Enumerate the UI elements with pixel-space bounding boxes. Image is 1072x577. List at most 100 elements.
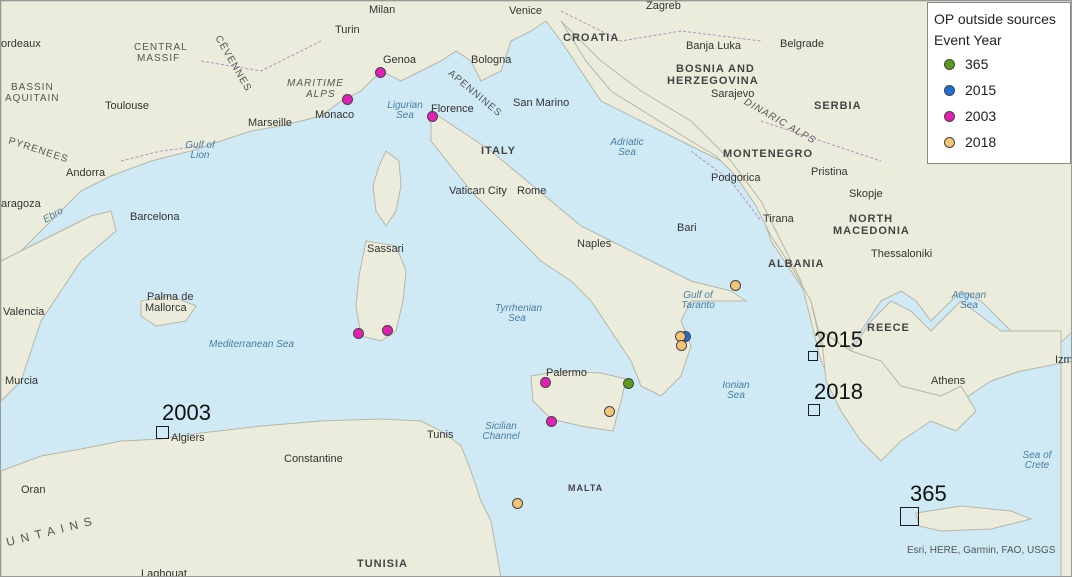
label-bari: Bari bbox=[677, 222, 697, 234]
label-rome: Rome bbox=[517, 185, 547, 197]
label-thessaloniki: Thessaloniki bbox=[871, 248, 933, 260]
label-barcelona: Barcelona bbox=[130, 211, 180, 223]
legend-item-label: 2018 bbox=[965, 134, 997, 150]
label-constantine: Constantine bbox=[284, 453, 343, 465]
label-bassin-1: BASSIN bbox=[11, 82, 54, 93]
label-banja-luka: Banja Luka bbox=[686, 40, 742, 52]
label-north-mac-2: MACEDONIA bbox=[833, 225, 910, 237]
legend-item[interactable]: 2003 bbox=[934, 103, 1064, 129]
year-label-2003: 2003 bbox=[162, 400, 211, 425]
label-tunisia: TUNISIA bbox=[357, 558, 408, 570]
marker-square-365[interactable] bbox=[900, 507, 919, 526]
label-san-marino: San Marino bbox=[513, 97, 570, 109]
event-point-2003-monaco[interactable] bbox=[342, 94, 353, 105]
legend-item[interactable]: 365 bbox=[934, 51, 1064, 77]
label-bordeaux: ordeaux bbox=[1, 38, 41, 50]
legend-subtitle: Event Year bbox=[934, 32, 1002, 48]
label-maritime-1: MARITIME bbox=[287, 78, 344, 89]
label-marseille: Marseille bbox=[248, 117, 293, 129]
label-vatican: Vatican City bbox=[449, 185, 507, 197]
label-laghouat: Laghouat bbox=[141, 568, 187, 577]
legend-title: OP outside sources bbox=[934, 11, 1056, 27]
label-izmir: Izm bbox=[1055, 354, 1072, 366]
sardinia bbox=[355, 240, 407, 342]
label-albania: ALBANIA bbox=[768, 258, 825, 270]
event-point-2003-sardinia-e[interactable] bbox=[382, 325, 393, 336]
year-label-2015: 2015 bbox=[814, 327, 863, 352]
label-genoa: Genoa bbox=[383, 54, 417, 66]
label-zagreb: Zagreb bbox=[646, 0, 681, 12]
label-gulf-taranto: Gulf of Taranto bbox=[681, 290, 715, 311]
label-ligurian-sea: Ligurian Sea bbox=[387, 100, 423, 121]
label-bosnia-2: HERZEGOVINA bbox=[667, 75, 759, 87]
marker-square-2003[interactable] bbox=[156, 426, 169, 439]
label-sea-crete: Sea of Crete bbox=[1022, 450, 1052, 471]
event-point-2003-genoa[interactable] bbox=[375, 67, 386, 78]
year-label-365: 365 bbox=[910, 481, 947, 506]
label-serbia: SERBIA bbox=[814, 100, 862, 112]
map-view[interactable]: Milan Venice Zagreb Turin Genoa Bologna … bbox=[0, 0, 1072, 577]
label-bassin-2: AQUITAIN bbox=[5, 93, 60, 104]
event-point-2018-calabria-b[interactable] bbox=[676, 340, 687, 351]
label-gulf-lion: Gulf of Lion bbox=[185, 140, 215, 161]
event-point-2018-taranto[interactable] bbox=[730, 280, 741, 291]
label-athens: Athens bbox=[931, 375, 966, 387]
label-murcia: Murcia bbox=[5, 375, 39, 387]
label-oran: Oran bbox=[21, 484, 46, 496]
crete bbox=[915, 505, 1033, 532]
label-podgorica: Podgorica bbox=[711, 172, 761, 184]
map-attribution: Esri, HERE, Garmin, FAO, USGS bbox=[907, 545, 1056, 556]
label-skopje: Skopje bbox=[849, 188, 883, 200]
legend-swatch-icon bbox=[944, 136, 955, 148]
legend-swatch-icon bbox=[944, 58, 955, 70]
event-point-2018-sicily-e[interactable] bbox=[604, 406, 615, 417]
label-monaco: Monaco bbox=[315, 109, 355, 121]
year-label-2018: 2018 bbox=[814, 379, 863, 404]
label-sicilian-channel: Sicilian Channel bbox=[482, 421, 520, 442]
north-africa bbox=[1, 418, 502, 576]
legend-item[interactable]: 2015 bbox=[934, 77, 1064, 103]
marker-square-2015[interactable] bbox=[808, 351, 818, 361]
label-greece: REECE bbox=[867, 322, 910, 334]
legend-item[interactable]: 2018 bbox=[934, 129, 1064, 155]
marker-square-2018[interactable] bbox=[808, 404, 820, 416]
legend-swatch-icon bbox=[944, 84, 955, 96]
event-point-365[interactable] bbox=[623, 378, 634, 389]
label-algiers: Algiers bbox=[171, 432, 205, 444]
label-central-1: CENTRAL bbox=[134, 42, 188, 53]
label-palermo: Palermo bbox=[546, 367, 587, 379]
label-belgrade: Belgrade bbox=[780, 38, 825, 50]
legend-item-label: 365 bbox=[965, 56, 989, 72]
label-milan: Milan bbox=[369, 4, 396, 16]
label-central-2: MASSIF bbox=[137, 53, 181, 64]
label-tirana: Tirana bbox=[763, 213, 794, 225]
label-ionian: Ionian Sea bbox=[722, 380, 750, 401]
label-naples: Naples bbox=[577, 238, 612, 250]
label-montenegro: MONTENEGRO bbox=[723, 148, 814, 160]
legend-swatch-icon bbox=[944, 110, 955, 122]
event-point-2003-sicily-s[interactable] bbox=[546, 416, 557, 427]
label-sassari: Sassari bbox=[367, 243, 404, 255]
label-north-mac-1: NORTH bbox=[849, 213, 894, 225]
event-point-2003-sardinia-w[interactable] bbox=[353, 328, 364, 339]
label-palma-2: Mallorca bbox=[145, 302, 187, 314]
label-valencia: Valencia bbox=[3, 306, 45, 318]
label-toulouse: Toulouse bbox=[105, 100, 150, 112]
label-maritime-2: ALPS bbox=[306, 89, 336, 100]
label-pristina: Pristina bbox=[811, 166, 848, 178]
event-point-2018-malta[interactable] bbox=[512, 498, 523, 509]
event-point-2003-palermo[interactable] bbox=[540, 377, 551, 388]
legend-panel: OP outside sources Event Year 365 2015 2… bbox=[927, 2, 1071, 164]
label-adriatic-sea: Adriatic Sea bbox=[610, 137, 644, 158]
label-aegean: Aegean Sea bbox=[951, 290, 987, 311]
label-zaragoza: aragoza bbox=[1, 198, 41, 210]
label-tunis: Tunis bbox=[427, 429, 454, 441]
event-point-2003-ligurian[interactable] bbox=[427, 111, 438, 122]
label-malta: MALTA bbox=[568, 483, 604, 493]
label-croatia: CROATIA bbox=[563, 32, 620, 44]
legend-item-label: 2015 bbox=[965, 82, 997, 98]
label-turin: Turin bbox=[335, 24, 360, 36]
label-bologna: Bologna bbox=[471, 54, 512, 66]
italy-peninsula bbox=[430, 110, 748, 397]
label-mediterranean: Mediterranean Sea bbox=[209, 339, 295, 350]
